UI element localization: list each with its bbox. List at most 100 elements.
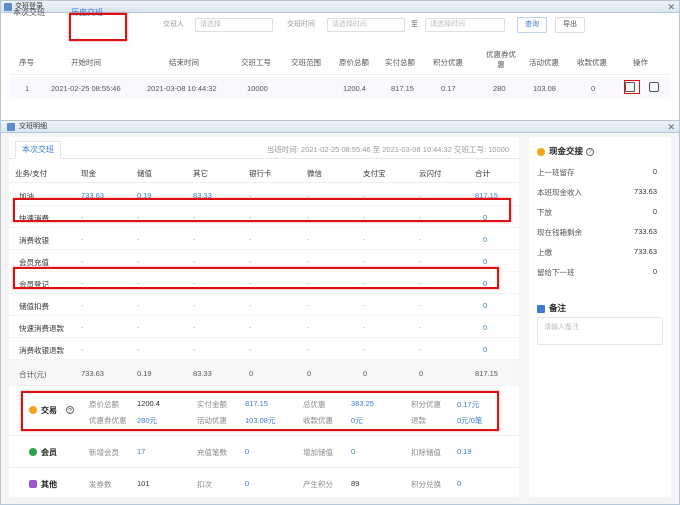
highlight-box [69,13,127,41]
header-cell: 积分优惠 [433,58,463,67]
cell: 0 [307,369,312,378]
summary-value: 101 [137,479,150,488]
summary-value: 0.19 [457,447,472,456]
shift-grid-panel: 本次交班 当班时间: 2021-02-25 08:55:46 至 2021-03… [9,137,519,399]
summary-value: 0 [245,479,250,488]
cell: 0 [483,323,488,332]
summary-value: 17 [137,447,146,456]
summary-value: 89 [351,479,360,488]
cell: 0.17 [441,84,456,93]
tab-current-shift[interactable]: 本次交班 [13,5,45,21]
table-row[interactable]: 1 2021-02-25 08:55:46 2021-03-08 10:44:3… [9,77,671,99]
cell: - [137,257,140,266]
shift-person-select[interactable]: 请选择 [195,18,273,32]
cell: - [249,345,252,354]
summary-key: 发券数 [89,480,112,489]
cell: 1200.4 [343,84,366,93]
grid-row: 消费收银退款 - - - - - - - 0 [9,338,519,360]
handover-label: 下放 [537,208,552,217]
header-cell: 实付总额 [385,58,415,67]
divider [9,435,519,436]
handover-label: 留给下一班 [537,268,575,277]
cell: 2021-02-25 08:55:46 [51,84,121,93]
cell: - [307,301,310,310]
cell: - [249,323,252,332]
gift-icon [29,480,37,488]
grid-total-row: 合计(元) 733.63 0.19 83.33 0 0 0 0 817.15 [9,360,519,386]
cell: - [249,301,252,310]
summary-key: 新增会员 [89,448,119,457]
highlight-box [13,198,511,222]
handover-row: 现在钱箱剩余 733.63 [537,227,657,238]
print-icon[interactable] [649,82,659,92]
grid-row: 快速消费退款 - - - - - - - 0 [9,316,519,338]
summary-key: 扣除储值 [411,448,441,457]
cell: 0 [591,84,596,93]
close-icon[interactable]: ✕ [667,121,675,133]
tab-current-shift[interactable]: 本次交班 [15,141,61,159]
other-title: 其他 [41,480,57,489]
divider [9,467,519,468]
detail-window-titlebar: 交班明细 ✕ [1,121,679,133]
row-label: 消费收银 [19,236,49,245]
summary-panel: 交易 ? 原价总额 1200.4 实付金额 817.15 总优惠 383.25 … [9,389,519,497]
other-summary: 其他 发券数 101 扣次 0 产生积分 89 积分兑换 0 [9,469,519,499]
cell: - [419,323,422,332]
summary-key: 积分兑换 [411,480,441,489]
handover-value: 733.63 [634,227,657,236]
history-table-header: 序号 开始时间 结束时间 交班工号 交班范围 原价总额 实付总额 积分优惠 优惠… [9,47,671,75]
cell: 817.15 [391,84,414,93]
cell: - [363,323,366,332]
cell: - [81,345,84,354]
grid-row: 储值扣费 - - - - - - - 0 [9,294,519,316]
cell: 0 [363,369,368,378]
summary-key: 充值笔数 [197,448,227,457]
cell: - [363,301,366,310]
handover-label: 现在钱箱剩余 [537,228,582,237]
cell: - [307,257,310,266]
query-button[interactable]: 查询 [517,17,547,33]
close-icon[interactable]: ✕ [667,1,675,13]
help-icon[interactable]: ? [586,147,595,156]
handover-row: 上缴 733.63 [537,247,657,258]
cell: 0.19 [137,369,152,378]
highlight-box [13,267,499,289]
cell: 0 [419,369,424,378]
row-label: 储值扣费 [19,302,49,311]
cell: - [419,345,422,354]
cell: - [249,257,252,266]
end-time-input[interactable]: 请选择时间 [425,18,505,32]
cell: 83.33 [193,369,212,378]
cell: - [137,323,140,332]
edit-icon [537,304,545,313]
header-cell: 交班范围 [291,58,321,67]
cell: - [193,235,196,244]
cell: 1 [25,84,30,93]
highlight-box [21,391,499,431]
cell: - [81,323,84,332]
header-cell: 微信 [307,169,322,178]
grid-header: 业务/支付 现金 储值 其它 银行卡 微信 支付宝 云闪付 合计 [9,161,519,183]
shift-info: 当班时间: 2021-02-25 08:55:46 至 2021-03-08 1… [266,145,509,154]
cash-handover-label: 现金交接 [549,146,584,156]
handover-value: 0 [652,207,657,216]
header-cell: 其它 [193,169,208,178]
cell: - [81,257,84,266]
start-time-input[interactable]: 请选择时间 [327,18,405,32]
cell: 0 [483,345,488,354]
highlight-box [624,80,640,94]
detail-window-title: 交班明细 [19,123,47,130]
handover-value: 733.63 [634,187,657,196]
cell: - [193,257,196,266]
to-label: 至 [411,21,418,28]
cell: - [307,235,310,244]
export-button[interactable]: 导出 [555,17,585,33]
cash-handover-title: 现金交接? [537,145,595,157]
summary-value: 0 [351,447,356,456]
cell: 0 [483,235,488,244]
cell: 817.15 [475,369,498,378]
handover-row: 留给下一班 0 [537,267,657,278]
cell: - [137,345,140,354]
handover-value: 0 [652,167,657,176]
notes-input[interactable]: 请输入备注 [537,317,663,345]
